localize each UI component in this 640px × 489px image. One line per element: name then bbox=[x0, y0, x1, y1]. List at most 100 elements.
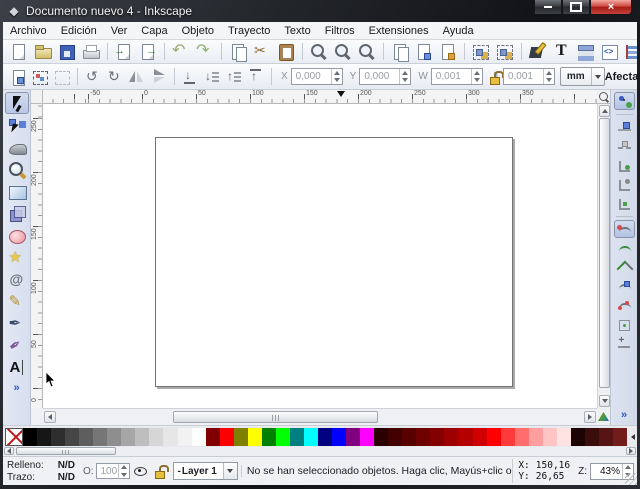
snap-bbox-centers-button[interactable] bbox=[614, 194, 635, 212]
color-swatch[interactable] bbox=[276, 428, 290, 446]
color-swatch[interactable] bbox=[529, 428, 543, 446]
color-swatch[interactable] bbox=[543, 428, 557, 446]
color-swatch[interactable] bbox=[346, 428, 360, 446]
title-bar[interactable]: ◆ Documento nuevo 4 - Inkscape × bbox=[0, 0, 640, 22]
document-page[interactable] bbox=[155, 137, 513, 387]
x-field[interactable]: X 0,000 bbox=[278, 68, 343, 85]
lower-button[interactable] bbox=[202, 67, 222, 87]
text-dialog-button[interactable] bbox=[551, 41, 573, 63]
fill-stroke-indicator[interactable]: Relleno: N/D Trazo: N/D bbox=[3, 460, 83, 483]
export-button[interactable] bbox=[137, 41, 159, 63]
flip-horizontal-button[interactable] bbox=[127, 67, 147, 87]
color-swatch[interactable] bbox=[163, 428, 177, 446]
save-document-button[interactable] bbox=[56, 41, 78, 63]
duplicate-button[interactable] bbox=[389, 41, 411, 63]
flip-vertical-button[interactable] bbox=[149, 67, 169, 87]
zoom-selection-button[interactable] bbox=[308, 41, 330, 63]
menu-objeto[interactable]: Objeto bbox=[175, 25, 221, 37]
palette-scroll-right-button[interactable] bbox=[626, 447, 636, 455]
undo-button[interactable] bbox=[170, 41, 192, 63]
snapbar-overflow-button[interactable] bbox=[611, 409, 637, 421]
fill-stroke-dialog-button[interactable] bbox=[527, 41, 549, 63]
color-swatch[interactable] bbox=[93, 428, 107, 446]
redo-button[interactable] bbox=[194, 41, 216, 63]
color-swatch[interactable] bbox=[458, 428, 472, 446]
color-swatch[interactable] bbox=[599, 428, 613, 446]
color-swatch[interactable] bbox=[23, 428, 37, 446]
color-swatch[interactable] bbox=[192, 428, 206, 446]
ungroup-button[interactable] bbox=[494, 41, 516, 63]
swatch-none[interactable] bbox=[5, 428, 23, 446]
menu-ayuda[interactable]: Ayuda bbox=[436, 25, 481, 37]
menu-texto[interactable]: Texto bbox=[277, 25, 317, 37]
horizontal-scrollbar[interactable] bbox=[43, 408, 597, 425]
pencil-tool[interactable] bbox=[5, 290, 29, 312]
rectangle-tool[interactable] bbox=[5, 180, 29, 202]
palette-arrow-icon[interactable] bbox=[627, 428, 637, 446]
color-swatch[interactable] bbox=[37, 428, 51, 446]
palette-scroll-thumb[interactable] bbox=[16, 447, 116, 455]
color-swatch[interactable] bbox=[149, 428, 163, 446]
snap-path-intersections-button[interactable] bbox=[614, 258, 635, 276]
color-swatch[interactable] bbox=[178, 428, 192, 446]
lower-to-bottom-button[interactable] bbox=[180, 67, 200, 87]
print-button[interactable] bbox=[80, 41, 102, 63]
color-swatch[interactable] bbox=[360, 428, 374, 446]
color-swatch[interactable] bbox=[501, 428, 515, 446]
width-field[interactable]: W 0,001 bbox=[415, 68, 482, 85]
color-swatch[interactable] bbox=[206, 428, 220, 446]
menu-capa[interactable]: Capa bbox=[134, 25, 174, 37]
color-swatch[interactable] bbox=[65, 428, 79, 446]
opacity-spinner[interactable] bbox=[118, 464, 129, 479]
menu-ver[interactable]: Ver bbox=[104, 25, 135, 37]
layer-lock-icon[interactable] bbox=[152, 463, 168, 479]
color-swatch[interactable] bbox=[220, 428, 234, 446]
paste-button[interactable] bbox=[275, 41, 297, 63]
close-button[interactable]: × bbox=[590, 0, 632, 15]
color-swatch[interactable] bbox=[234, 428, 248, 446]
color-swatch[interactable] bbox=[571, 428, 585, 446]
color-swatch[interactable] bbox=[585, 428, 599, 446]
zoom-page-button[interactable] bbox=[356, 41, 378, 63]
select-all-layers-button[interactable] bbox=[30, 67, 50, 87]
scroll-up-button[interactable] bbox=[599, 105, 610, 117]
snap-bbox-button[interactable] bbox=[614, 118, 635, 136]
unit-dropdown[interactable]: mm bbox=[560, 67, 605, 86]
menu-edicion[interactable]: Edición bbox=[54, 25, 104, 37]
menu-extensiones[interactable]: Extensiones bbox=[362, 25, 436, 37]
color-swatch[interactable] bbox=[79, 428, 93, 446]
horizontal-ruler[interactable]: -50050100150200250300350 bbox=[43, 90, 597, 104]
calligraphy-tool[interactable] bbox=[5, 334, 29, 356]
opacity-value[interactable]: 100 bbox=[97, 466, 118, 477]
align-distribute-button[interactable] bbox=[623, 41, 637, 63]
selector-tool[interactable] bbox=[5, 92, 29, 114]
color-swatch[interactable] bbox=[304, 428, 318, 446]
xml-editor-button[interactable] bbox=[599, 41, 621, 63]
color-swatch[interactable] bbox=[318, 428, 332, 446]
maximize-button[interactable] bbox=[562, 0, 590, 15]
horizontal-scroll-thumb[interactable] bbox=[173, 411, 378, 423]
color-swatch[interactable] bbox=[388, 428, 402, 446]
snap-midpoints-button[interactable] bbox=[614, 315, 635, 333]
vertical-ruler[interactable]: 250200150100500 bbox=[31, 104, 43, 408]
raise-to-top-button[interactable] bbox=[246, 67, 266, 87]
color-swatch[interactable] bbox=[290, 428, 304, 446]
snap-bbox-edge-midpoints-button[interactable] bbox=[614, 175, 635, 193]
height-field-spinner[interactable] bbox=[543, 69, 554, 84]
color-swatch[interactable] bbox=[416, 428, 430, 446]
raise-button[interactable] bbox=[224, 67, 244, 87]
zoom-value[interactable]: 43% bbox=[591, 466, 622, 477]
chevron-down-icon[interactable] bbox=[223, 463, 237, 479]
color-swatch[interactable] bbox=[51, 428, 65, 446]
color-swatch[interactable] bbox=[332, 428, 346, 446]
layer-visibility-icon[interactable] bbox=[132, 463, 148, 479]
copy-button[interactable] bbox=[227, 41, 249, 63]
resize-grip[interactable] bbox=[625, 473, 637, 485]
opacity-control[interactable]: O: 100 bbox=[83, 463, 130, 479]
chevron-down-icon[interactable] bbox=[591, 68, 604, 85]
spiral-tool[interactable] bbox=[5, 268, 29, 290]
color-swatch[interactable] bbox=[107, 428, 121, 446]
menu-filtros[interactable]: Filtros bbox=[318, 25, 362, 37]
color-swatch[interactable] bbox=[262, 428, 276, 446]
width-field-value[interactable]: 0,001 bbox=[432, 71, 471, 82]
